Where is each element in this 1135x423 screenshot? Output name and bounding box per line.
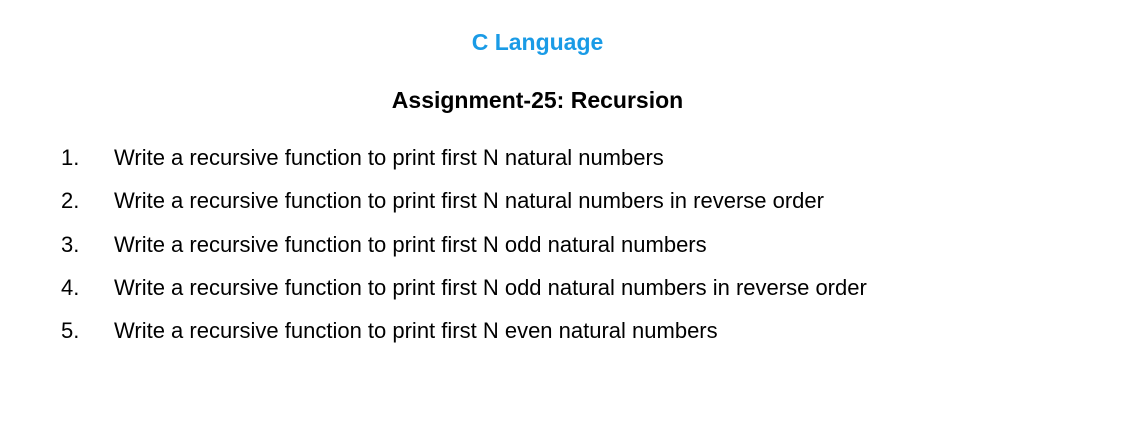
document-page: C Language Assignment-25: Recursion 1. W… — [0, 0, 1135, 423]
task-text: Write a recursive function to print firs… — [114, 231, 707, 257]
list-item: 3. Write a recursive function to print f… — [0, 231, 1135, 274]
list-item: 4. Write a recursive function to print f… — [0, 274, 1135, 317]
assignment-title: Assignment-25: Recursion — [391, 87, 684, 113]
list-item: 2. Write a recursive function to print f… — [0, 187, 1135, 230]
subject-title: C Language — [471, 29, 604, 55]
task-text: Write a recursive function to print firs… — [114, 145, 664, 170]
task-number: 4. — [61, 274, 80, 300]
task-text: Write a recursive function to print firs… — [114, 274, 867, 300]
task-number: 5. — [61, 318, 80, 344]
task-text: Write a recursive function to print firs… — [114, 318, 718, 344]
task-number: 2. — [61, 188, 80, 214]
task-list: 1. Write a recursive function to print f… — [0, 144, 1135, 360]
task-text: Write a recursive function to print firs… — [114, 188, 824, 214]
list-item: 1. Write a recursive function to print f… — [0, 144, 1135, 187]
task-number: 3. — [61, 231, 80, 257]
list-item: 5. Write a recursive function to print f… — [0, 317, 1135, 360]
task-number: 1. — [61, 145, 80, 170]
